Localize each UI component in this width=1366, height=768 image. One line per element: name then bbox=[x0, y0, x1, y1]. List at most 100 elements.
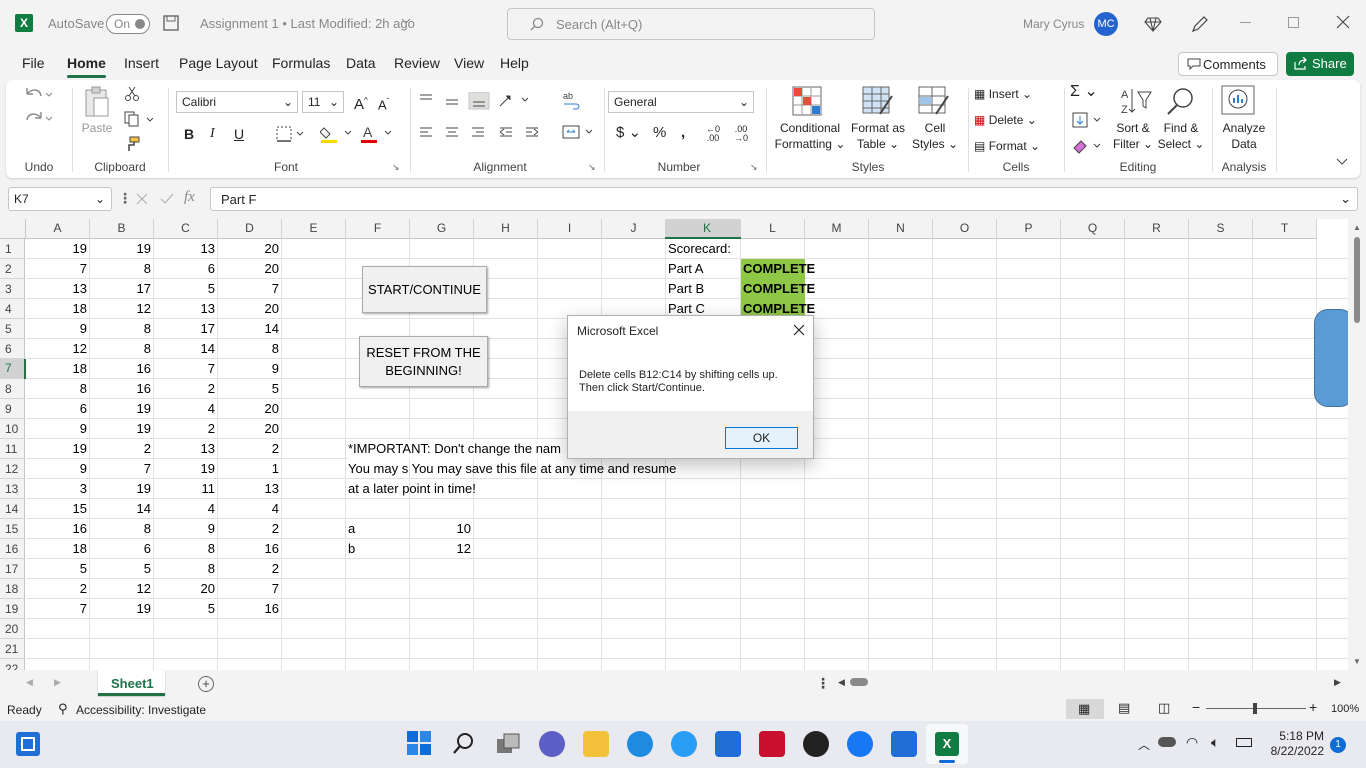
redo-icon[interactable] bbox=[24, 110, 52, 130]
column-header[interactable]: P bbox=[997, 219, 1061, 239]
column-header[interactable]: Q bbox=[1061, 219, 1125, 239]
table-cell[interactable]: 14 bbox=[154, 339, 218, 359]
table-cell[interactable]: 2 bbox=[218, 439, 282, 459]
table-cell[interactable]: 4 bbox=[154, 499, 218, 519]
zoom-out-icon[interactable]: − bbox=[1192, 699, 1200, 715]
blue-shape[interactable] bbox=[1314, 309, 1348, 407]
table-cell[interactable]: 2 bbox=[218, 519, 282, 539]
reset-button[interactable]: RESET FROM THE BEGINNING! bbox=[359, 336, 488, 387]
row-header[interactable]: 2 bbox=[0, 259, 25, 279]
table-cell[interactable]: 9 bbox=[26, 459, 90, 479]
table-cell[interactable]: 7 bbox=[90, 459, 154, 479]
row-header[interactable]: 19 bbox=[0, 599, 25, 619]
currency-icon[interactable]: $ ⌄ bbox=[616, 125, 641, 141]
row-header[interactable]: 11 bbox=[0, 439, 25, 459]
table-cell[interactable]: 18 bbox=[26, 299, 90, 319]
column-header[interactable]: J bbox=[602, 219, 666, 239]
row-header-7[interactable]: 7 bbox=[5, 361, 12, 375]
tab-file[interactable]: File bbox=[22, 55, 45, 71]
scroll-thumb[interactable] bbox=[1354, 237, 1360, 323]
table-cell[interactable]: 19 bbox=[26, 439, 90, 459]
battery-icon[interactable] bbox=[1236, 738, 1252, 747]
scroll-down-icon[interactable]: ▼ bbox=[1353, 657, 1361, 666]
borders-icon[interactable] bbox=[276, 126, 304, 142]
table-cell[interactable]: 6 bbox=[154, 259, 218, 279]
row-header[interactable]: 20 bbox=[0, 619, 25, 639]
mcafee-icon[interactable] bbox=[759, 731, 785, 757]
minimize-icon[interactable] bbox=[1240, 22, 1251, 23]
column-header[interactable]: F bbox=[346, 219, 410, 239]
undo-icon[interactable] bbox=[24, 86, 52, 106]
table-cell[interactable]: 19 bbox=[90, 479, 154, 499]
notification-badge[interactable]: 1 bbox=[1330, 737, 1346, 753]
table-cell[interactable]: 4 bbox=[218, 499, 282, 519]
tab-view[interactable]: View bbox=[454, 55, 484, 71]
wrap-text-icon[interactable]: ab bbox=[562, 90, 582, 110]
format-as-table-button[interactable]: Format as Table ⌄ bbox=[846, 120, 910, 152]
table-cell[interactable]: 17 bbox=[90, 279, 154, 299]
column-header-k[interactable]: K bbox=[703, 221, 711, 235]
widgets-icon[interactable] bbox=[16, 732, 40, 756]
name-box[interactable]: K7 ⌄ bbox=[8, 187, 112, 211]
table-cell[interactable]: 8 bbox=[90, 339, 154, 359]
close-window-icon[interactable] bbox=[1336, 15, 1350, 29]
tab-home[interactable]: Home bbox=[67, 55, 106, 78]
tab-help[interactable]: Help bbox=[500, 55, 529, 71]
table-cell[interactable]: 7 bbox=[26, 259, 90, 279]
table-cell[interactable]: 8 bbox=[154, 539, 218, 559]
start-continue-button[interactable]: START/CONTINUE bbox=[362, 266, 487, 313]
mail-icon[interactable] bbox=[891, 731, 917, 757]
scroll-left-icon[interactable]: ◀ bbox=[838, 677, 845, 688]
decrease-decimal-icon[interactable]: .00 →0 bbox=[734, 125, 748, 143]
table-cell[interactable]: 9 bbox=[26, 419, 90, 439]
bold-icon[interactable]: B bbox=[184, 126, 194, 142]
table-cell[interactable]: 18 bbox=[26, 359, 90, 379]
table-cell[interactable]: 14 bbox=[218, 319, 282, 339]
tab-review[interactable]: Review bbox=[394, 55, 440, 71]
zoom-level[interactable]: 100% bbox=[1331, 703, 1359, 715]
table-cell[interactable]: 18 bbox=[26, 539, 90, 559]
row-header[interactable]: 14 bbox=[0, 499, 25, 519]
avatar[interactable]: MC bbox=[1094, 12, 1118, 36]
column-header[interactable]: E bbox=[282, 219, 346, 239]
column-header[interactable]: D bbox=[218, 219, 282, 239]
close-icon[interactable] bbox=[793, 324, 805, 336]
table-cell[interactable]: 7 bbox=[26, 599, 90, 619]
table-cell[interactable]: 4 bbox=[154, 399, 218, 419]
table-cell[interactable]: 3 bbox=[26, 479, 90, 499]
table-cell[interactable]: 7 bbox=[218, 579, 282, 599]
table-cell[interactable]: 8 bbox=[90, 519, 154, 539]
font-name-dropdown[interactable]: Calibri ⌄ bbox=[176, 91, 298, 113]
row-header[interactable]: 8 bbox=[0, 379, 25, 399]
edge-icon[interactable] bbox=[627, 731, 653, 757]
insert-cells-button[interactable]: ▦ Insert ⌄ bbox=[974, 86, 1032, 102]
row-header[interactable]: 1 bbox=[0, 239, 25, 259]
table-cell[interactable]: 19 bbox=[90, 239, 154, 259]
merge-center-icon[interactable] bbox=[562, 124, 596, 140]
comments-button[interactable]: Comments bbox=[1178, 52, 1278, 76]
table-cell[interactable]: 7 bbox=[154, 359, 218, 379]
table-cell[interactable]: 16 bbox=[218, 599, 282, 619]
save-icon[interactable] bbox=[162, 14, 180, 32]
column-header[interactable]: G bbox=[410, 219, 474, 239]
conditional-formatting-button[interactable]: Conditional Formatting ⌄ bbox=[770, 120, 850, 152]
task-view-icon[interactable] bbox=[496, 733, 520, 755]
row-header[interactable]: 5 bbox=[0, 319, 25, 339]
column-header[interactable]: C bbox=[154, 219, 218, 239]
tab-data[interactable]: Data bbox=[346, 55, 376, 71]
column-header[interactable]: H bbox=[474, 219, 538, 239]
column-header[interactable]: O bbox=[933, 219, 997, 239]
more-options-icon[interactable]: ⋮ bbox=[118, 190, 132, 207]
dialog-launcher-icon[interactable]: ↘ bbox=[392, 162, 400, 173]
table-cell[interactable]: 8 bbox=[26, 379, 90, 399]
select-all-corner[interactable] bbox=[0, 219, 26, 239]
sort-filter-button[interactable]: Sort & Filter ⌄ bbox=[1110, 120, 1156, 152]
chevron-up-icon[interactable]: ︿ bbox=[1138, 736, 1150, 753]
share-button[interactable]: Share bbox=[1286, 52, 1354, 76]
table-cell[interactable]: 20 bbox=[218, 399, 282, 419]
row-header[interactable]: 9 bbox=[0, 399, 25, 419]
more-options-icon[interactable]: ⋮ bbox=[816, 675, 830, 692]
table-cell[interactable]: 2 bbox=[90, 439, 154, 459]
row-header[interactable]: 6 bbox=[0, 339, 25, 359]
collapse-ribbon-icon[interactable] bbox=[1336, 158, 1348, 166]
